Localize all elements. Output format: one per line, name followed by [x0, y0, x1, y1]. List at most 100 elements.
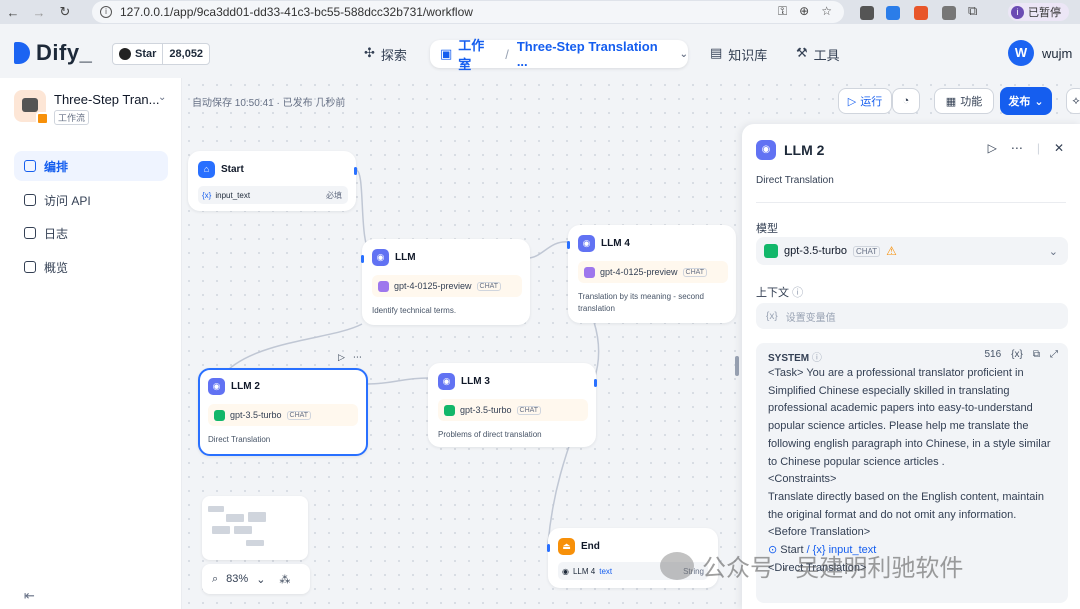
llm-node[interactable]: ◉ LLM gpt-4-0125-preview CHAT Identify tec…	[361, 239, 530, 325]
llm4-node[interactable]: ◉ LLM 4 gpt-4-0125-preview CHAT Translatio…	[567, 225, 736, 323]
llm2-node[interactable]: ◉ LLM 2 gpt-3.5-turbo CHAT Direct Translat…	[198, 368, 368, 456]
user-name: wujm	[1042, 45, 1073, 61]
llm-icon: ◉	[562, 566, 569, 576]
nav-knowledge[interactable]: ▤ 知识库	[710, 45, 767, 64]
model-mode: CHAT	[852, 245, 881, 257]
sidebar-item-logs[interactable]: 日志	[14, 218, 168, 248]
dify-logo[interactable]: Dify _	[14, 40, 92, 66]
panel-title: LLM 2	[784, 142, 825, 158]
context-variable-input[interactable]: {x} 设置变量值	[756, 303, 1068, 329]
extension-icon[interactable]	[914, 6, 928, 20]
more-icon[interactable]: ⋯	[353, 352, 362, 363]
llm3-node[interactable]: ◉ LLM 3 gpt-3.5-turbo CHAT Problems of dir…	[428, 363, 597, 447]
input-handle[interactable]	[361, 255, 364, 263]
divider	[756, 202, 1066, 203]
key-icon[interactable]: ⚿	[778, 4, 787, 19]
address-bar[interactable]: i 127.0.0.1/app/9ca3dd01-dd33-41c3-bc55-…	[92, 1, 844, 23]
features-button[interactable]: ▦ 功能	[934, 88, 994, 114]
llm-icon: ◉	[578, 235, 595, 252]
node-title: End	[581, 541, 600, 552]
more-toolbar-button[interactable]: ⟡	[1066, 88, 1080, 114]
sidebar-item-overview[interactable]: 概览	[14, 252, 168, 282]
start-node[interactable]: ⌂ Start {x} input_text 必填	[188, 151, 357, 211]
play-icon: ▷	[847, 95, 857, 108]
site-info-icon[interactable]: i	[100, 6, 112, 18]
history-button[interactable]: ◔	[892, 88, 920, 114]
home-icon: ⌂	[198, 161, 215, 178]
node-title: Start	[221, 164, 244, 175]
openai-icon	[214, 409, 225, 421]
system-label: SYSTEM ⓘ	[768, 353, 822, 364]
openai-icon	[444, 404, 455, 416]
profile-paused-button[interactable]: i 已暂停	[1008, 3, 1069, 21]
chevron-down-icon[interactable]: ⌄	[680, 49, 688, 60]
panel-description[interactable]: Direct Translation	[756, 175, 834, 186]
github-star-button[interactable]: Star 28,052	[112, 43, 211, 65]
zoom-control[interactable]: ⌕ 83% ⌄ ⁂	[202, 564, 310, 594]
extension-icon[interactable]	[942, 6, 956, 20]
node-title: LLM 4	[601, 238, 630, 249]
input-handle[interactable]	[567, 241, 570, 249]
run-node-icon[interactable]: ▷	[338, 352, 345, 363]
start-variable-row: {x} input_text 必填	[198, 186, 348, 204]
app-breadcrumb[interactable]: Three-Step Translation ...	[517, 39, 672, 69]
tools-icon: ⚒	[796, 45, 808, 60]
edit-icon	[24, 160, 36, 172]
run-node-icon[interactable]: ▷	[988, 141, 997, 155]
char-count: 516	[984, 349, 1002, 360]
user-menu[interactable]: W wujm	[1008, 40, 1072, 66]
app-info[interactable]: Three-Step Tran... ⌄ 工作流	[14, 90, 174, 126]
app-avatar	[14, 90, 49, 125]
chevron-down-icon[interactable]: ⌄	[158, 92, 166, 103]
run-button[interactable]: ▷ 运行	[838, 88, 892, 114]
context-placeholder: 设置变量值	[785, 312, 836, 324]
zoom-icon[interactable]: ⊕	[799, 4, 809, 19]
zoom-level[interactable]: 83%	[226, 573, 248, 585]
sidebar-item-api[interactable]: 访问 API	[14, 185, 168, 215]
back-icon[interactable]: ←	[0, 5, 26, 20]
node-title: LLM 2	[231, 381, 260, 392]
model-badge: gpt-3.5-turbo CHAT	[208, 404, 358, 426]
app-header: Dify _ Star 28,052 ✣ 探索 ▣ 工作室 / Three-Step…	[0, 24, 1080, 78]
github-star-count: 28,052	[169, 48, 204, 60]
llm-icon: ◉	[208, 378, 225, 395]
bookmark-star-icon[interactable]: ☆	[821, 4, 832, 19]
sidebar-item-orchestrate[interactable]: 编排	[14, 151, 168, 181]
zoom-icon: ⌕	[212, 572, 219, 585]
extension-icon[interactable]	[860, 6, 874, 20]
avatar: W	[1008, 40, 1034, 66]
browser-toolbar: ← → ↻ i 127.0.0.1/app/9ca3dd01-dd33-41c3…	[0, 0, 1080, 24]
output-source: LLM 4	[572, 566, 596, 576]
minimap[interactable]	[202, 496, 308, 560]
help-icon: ⓘ	[792, 287, 804, 299]
app-name: Three-Step Tran...	[54, 92, 160, 107]
chevron-down-icon[interactable]: ⌄	[256, 573, 265, 586]
close-icon[interactable]: ✕	[1054, 141, 1064, 155]
output-handle[interactable]	[594, 379, 597, 387]
collapse-sidebar-icon[interactable]: ⇤	[24, 588, 35, 604]
forward-icon[interactable]: →	[26, 5, 52, 20]
grid-icon: ▦	[945, 95, 957, 108]
node-quick-actions: ▷ ⋯	[338, 352, 362, 363]
openai-icon	[764, 244, 778, 258]
reload-icon[interactable]: ↻	[52, 4, 78, 20]
nav-studio[interactable]: ▣ 工作室 / Three-Step Translation ... ⌄	[430, 38, 688, 72]
nav-explore[interactable]: ✣ 探索	[364, 45, 407, 64]
input-handle[interactable]	[547, 544, 550, 552]
node-description: Identify technical terms.	[372, 306, 457, 315]
puzzle-icon[interactable]: ⧉	[968, 3, 977, 19]
insert-variable-icon[interactable]: {x}	[1011, 349, 1023, 360]
model-selector[interactable]: gpt-3.5-turbo CHAT ⚠ ⌄	[756, 237, 1068, 265]
layout-icon[interactable]: ⁂	[279, 573, 290, 586]
nav-tools[interactable]: ⚒ 工具	[796, 45, 840, 64]
system-prompt-text[interactable]: <Task> You are a professional translator…	[768, 365, 1060, 577]
model-badge: gpt-3.5-turbo CHAT	[438, 399, 588, 421]
expand-icon[interactable]: ⤢	[1050, 349, 1058, 360]
output-handle[interactable]	[354, 167, 357, 175]
canvas-scrollbar[interactable]	[735, 356, 739, 376]
output-var: text	[599, 566, 613, 576]
publish-button[interactable]: 发布 ⌄	[1000, 87, 1052, 115]
extension-icon[interactable]	[886, 6, 900, 20]
more-icon[interactable]: ⋯	[1011, 141, 1023, 155]
copy-icon[interactable]: ⧉	[1033, 349, 1040, 360]
